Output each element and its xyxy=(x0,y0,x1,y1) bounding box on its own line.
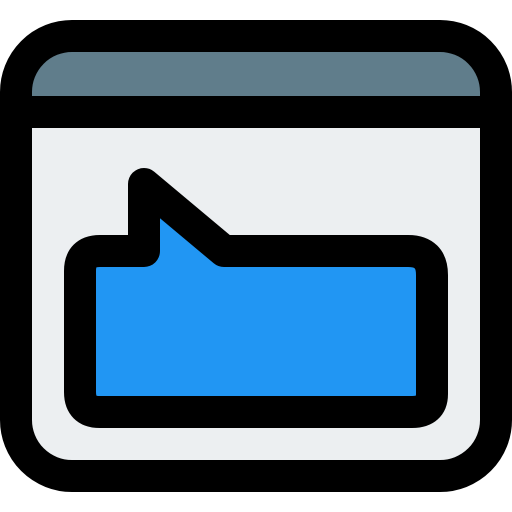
icon-canvas xyxy=(0,0,512,512)
browser-window-speech-bubble-icon xyxy=(0,20,512,492)
